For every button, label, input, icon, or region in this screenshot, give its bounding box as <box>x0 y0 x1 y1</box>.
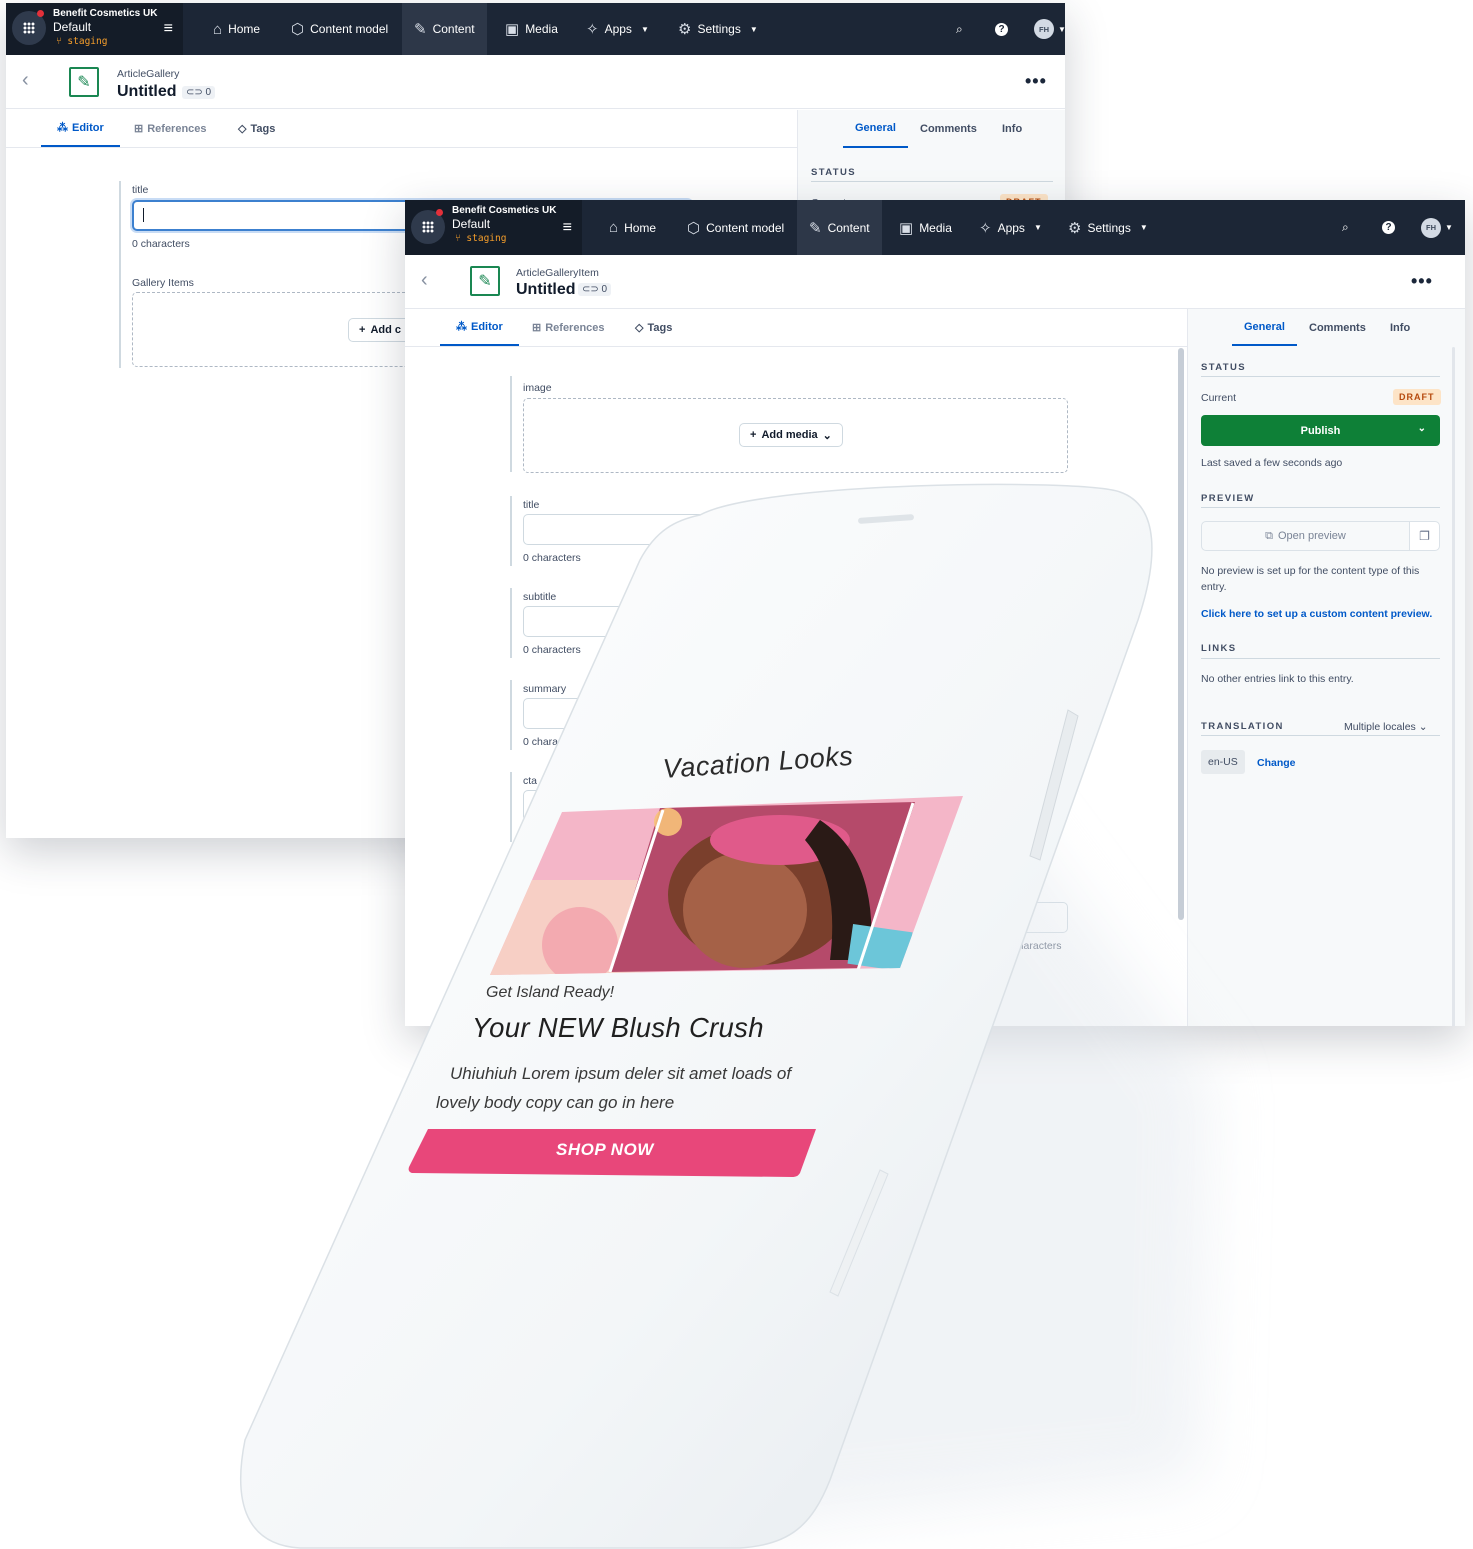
promo-body-line-2: lovely body copy can go in here <box>436 1093 675 1112</box>
promo-body-line-1: Uhiuhiuh Lorem ipsum deler sit amet load… <box>450 1064 792 1083</box>
promo-headline: Your NEW Blush Crush <box>472 1012 764 1043</box>
promo-tagline: Get Island Ready! <box>486 984 615 1001</box>
shop-now-label[interactable]: SHOP NOW <box>556 1140 654 1160</box>
